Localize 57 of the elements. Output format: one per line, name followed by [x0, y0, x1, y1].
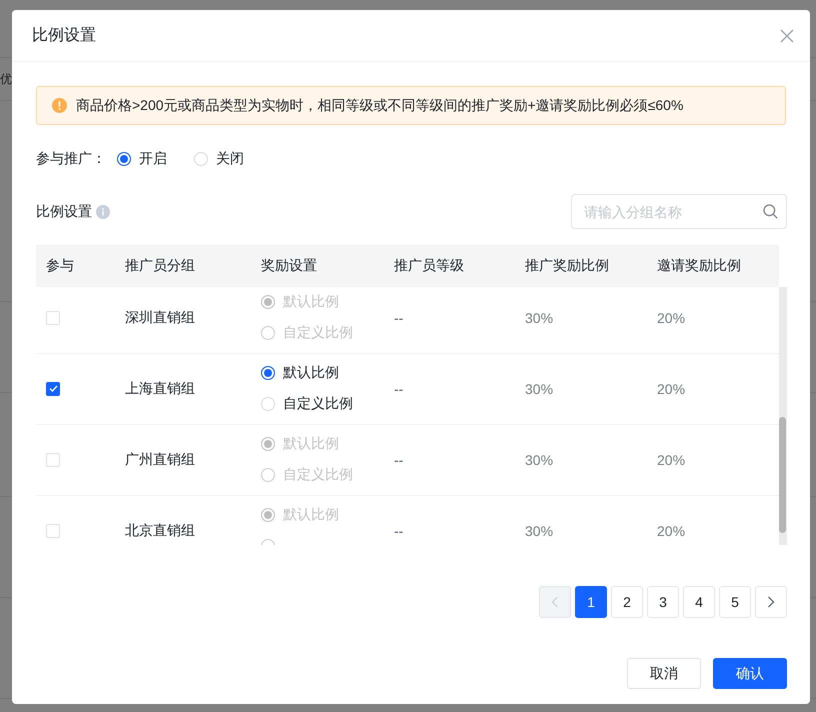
column-header: 推广奖励比例: [524, 257, 610, 275]
radio-label: 默认比例: [283, 435, 339, 453]
radio-button[interactable]: [261, 366, 275, 380]
info-icon: [96, 204, 110, 218]
confirm-button[interactable]: 确认: [713, 658, 787, 689]
table-cell-text: 深圳直销组: [124, 308, 196, 326]
page-button[interactable]: 5: [719, 586, 751, 618]
column-header: 推广员分组: [124, 257, 196, 275]
radio-label: 关闭: [216, 150, 244, 168]
table-cell-text: 北京直销组: [124, 522, 196, 540]
radio-label: 自定义比例: [283, 466, 353, 484]
close-icon: [780, 28, 794, 42]
search-field[interactable]: 请输入分组名称: [571, 194, 787, 229]
page-button[interactable]: 3: [647, 586, 679, 618]
table-cell-text: 上海直销组: [124, 380, 196, 398]
table-cell-text: --: [393, 380, 404, 396]
dialog-title: 比例设置: [32, 26, 96, 46]
radio-label: 默认比例: [283, 364, 339, 382]
section-title: 比例设置: [36, 202, 92, 220]
table-cell-text: 30%: [524, 452, 554, 468]
chevron-right-icon: [767, 596, 775, 608]
search-icon: [763, 204, 778, 219]
cancel-button[interactable]: 取消: [627, 658, 701, 689]
table-cell-text: --: [393, 522, 404, 538]
radio-label: 默认比例: [283, 506, 339, 524]
page-text: 优: [0, 71, 12, 88]
table-cell-text: 20%: [656, 310, 686, 326]
column-header: 推广员等级: [393, 257, 465, 275]
checkbox[interactable]: [46, 382, 60, 396]
table-cell-text: 30%: [524, 380, 554, 396]
table-cell-text: --: [393, 310, 404, 326]
scrollbar-thumb[interactable]: [779, 417, 786, 533]
table-cell-text: 20%: [656, 522, 686, 538]
close-button[interactable]: [780, 28, 794, 42]
radio-label: 开启: [139, 150, 167, 168]
column-header: 参与: [45, 257, 75, 275]
field-label: 参与推广：: [36, 150, 106, 168]
chevron-left-icon: [551, 596, 559, 608]
table-cell-text: 30%: [524, 522, 554, 538]
alert-text: 商品价格>200元或商品类型为实物时，相同等级或不同等级间的推广奖励+邀请奖励比例必须≤60%: [76, 96, 684, 114]
next-page-button[interactable]: [755, 586, 787, 618]
radio-label: 自定义比例: [283, 324, 353, 342]
page-button[interactable]: 1: [575, 586, 607, 618]
page-button[interactable]: 4: [683, 586, 715, 618]
table-cell-text: 30%: [524, 310, 554, 326]
table-cell-text: --: [393, 452, 404, 468]
page-button[interactable]: 2: [611, 586, 643, 618]
column-header: 奖励设置: [260, 257, 318, 275]
table-cell-text: 20%: [656, 380, 686, 396]
table-cell-text: 广州直销组: [124, 450, 196, 468]
warning-icon: [52, 98, 67, 113]
column-header: 邀请奖励比例: [656, 257, 742, 275]
radio-label: 自定义比例: [283, 395, 353, 413]
radio-button[interactable]: [117, 152, 131, 166]
check-icon: [48, 385, 58, 392]
table-cell-text: 20%: [656, 452, 686, 468]
radio-label: 默认比例: [283, 293, 339, 311]
